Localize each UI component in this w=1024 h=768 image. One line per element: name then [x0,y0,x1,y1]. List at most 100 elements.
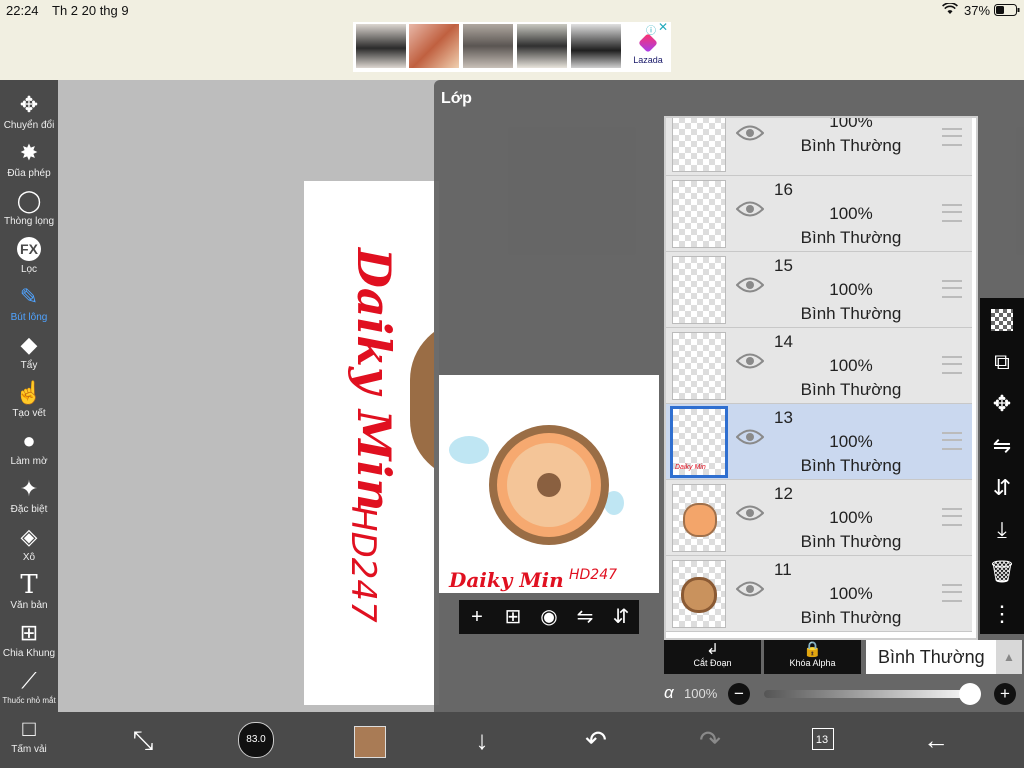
merge-layers-button[interactable]: ⧉ [986,346,1018,378]
undo-button[interactable]: ↶ [576,720,616,760]
add-layer-button[interactable]: + [462,604,492,630]
eye-icon[interactable] [735,580,765,598]
add-folder-button[interactable]: ⊞ [498,604,528,630]
tool-frame-divider[interactable]: ⊞ Chia Khung [0,618,58,666]
tool-special[interactable]: ✦ Đặc biệt [0,474,58,522]
tool-text[interactable]: T Văn bản [0,570,58,618]
drag-handle-icon[interactable] [942,280,962,298]
plus-icon: + [1000,684,1010,703]
blend-mode-select[interactable]: Bình Thường [866,640,996,674]
layer-thumbnail [672,560,726,628]
flip-layer-vertical-button[interactable]: ⇵ [986,472,1018,504]
layer-thumbnail [672,484,726,552]
drag-handle-icon[interactable] [942,584,962,602]
special-icon: ✦ [19,476,39,501]
ad-info-icon[interactable]: ⓘ [646,22,656,37]
move-icon: ✥ [19,92,39,117]
eye-icon[interactable] [735,200,765,218]
tool-canvas[interactable]: □ Tấm vải [0,714,58,762]
tool-blur[interactable]: ● Làm mờ [0,426,58,474]
eye-icon[interactable] [735,124,765,142]
opacity-slider[interactable] [764,683,981,705]
merge-down-icon: ⤓ [997,517,1007,542]
layer-item-selected[interactable]: Daiky Min 13 100% Bình Thường [666,404,972,480]
frame-divider-icon: ⊞ [19,620,39,645]
flip-horizontal-icon: ⇋ [992,433,1012,458]
alpha-lock-button[interactable]: 🔒 Khóa Alpha [764,640,861,674]
delete-layer-button[interactable]: 🗑 [986,556,1018,588]
drag-handle-icon[interactable] [942,204,962,222]
back-button[interactable]: ← [916,720,956,760]
layer-opacity: 100% [829,432,873,451]
trash-icon: 🗑 [988,559,1016,584]
tool-eraser[interactable]: ◆ Tẩy [0,330,58,378]
drag-handle-icon[interactable] [942,356,962,374]
layers-button[interactable]: 13 [803,720,843,760]
flip-horizontal-button[interactable]: ⇋ [570,604,600,630]
tool-filter[interactable]: FX Lọc [0,234,58,282]
camera-icon: ◉ [540,606,558,628]
merge-down-button[interactable]: ⤓ [986,514,1018,546]
brush-size-button[interactable]: 83.0 [236,720,276,760]
tool-brush[interactable]: ✎ Bút lông [0,282,58,330]
flip-layer-horizontal-button[interactable]: ⇋ [986,430,1018,462]
redo-button[interactable]: ↷ [690,720,730,760]
layer-list[interactable]: 100% Bình Thường 16 100% Bình Thường 15 … [664,116,978,640]
layer-tools-strip: ⧉ ✥ ⇋ ⇵ ⤓ 🗑 ⋮ [980,298,1024,634]
battery-icon [994,4,1020,19]
opacity-decrease-button[interactable]: − [728,683,750,705]
minus-icon: − [734,684,744,703]
tool-smudge[interactable]: ☝ Tạo vết [0,378,58,426]
ad-image[interactable] [409,24,459,68]
flip-vertical-button[interactable]: ⇵ [606,604,636,630]
brush-icon: ✎ [19,284,39,309]
drag-handle-icon[interactable] [942,128,962,146]
layer-item[interactable]: 14 100% Bình Thường [666,328,972,404]
layer-opacity: 100% [829,116,873,131]
camera-button[interactable]: ◉ [534,604,564,630]
lazada-logo[interactable]: Lazada ⓘ ✕ [625,20,671,72]
artwork-signature: Daiky Min [347,248,401,512]
color-swatch-button[interactable] [350,720,390,760]
svg-text:HD247: HD247 [569,567,617,583]
eyedropper-icon: ⟋ [21,668,37,693]
tool-bucket[interactable]: ◈ Xô [0,522,58,570]
opacity-increase-button[interactable]: + [994,683,1016,705]
ad-close-icon[interactable]: ✕ [658,20,668,34]
eye-icon[interactable] [735,428,765,446]
more-options-button[interactable]: ⋮ [986,598,1018,630]
drag-handle-icon[interactable] [942,432,962,450]
drag-handle-icon[interactable] [942,508,962,526]
blend-mode-arrow[interactable]: ▲ [996,640,1022,674]
layer-item[interactable]: 15 100% Bình Thường [666,252,972,328]
download-button[interactable]: ↓ [462,720,502,760]
tool-eyedropper[interactable]: ⟋ Thuốc nhỏ mắt [0,666,58,714]
ad-image[interactable] [517,24,567,68]
layer-item[interactable]: 16 100% Bình Thường [666,176,972,252]
layers-panel: Lớp Daiky Min HD247 + ⊞ ◉ ⇋ ⇵ 100% Bình … [434,80,1024,712]
layer-thumbnail: Daiky Min [670,406,728,478]
layer-item[interactable]: 12 100% Bình Thường [666,480,972,556]
slider-knob[interactable] [959,683,981,705]
eye-icon[interactable] [735,504,765,522]
clipping-button[interactable]: ↲ Cắt Đoạn [664,640,761,674]
eye-icon[interactable] [735,352,765,370]
status-time: 22:24 [6,3,39,18]
tool-transform[interactable]: ✥ Chuyển đổi [0,90,58,138]
ad-image[interactable] [463,24,513,68]
tool-magic-wand[interactable]: ✸ Đũa phép [0,138,58,186]
layer-blend-mode: Bình Thường [800,304,902,323]
layer-thumbnail [672,256,726,324]
transform-swap-button[interactable]: ⤡ [123,720,163,760]
layer-item[interactable]: 100% Bình Thường [666,116,972,176]
eye-icon[interactable] [735,276,765,294]
ad-image[interactable] [571,24,621,68]
checkerboard-button[interactable] [986,304,1018,336]
layer-item[interactable]: 11 100% Bình Thường [666,556,972,632]
ad-banner[interactable]: Lazada ⓘ ✕ [353,20,671,72]
ad-image[interactable] [356,24,406,68]
ad-bar: Lazada ⓘ ✕ [0,20,1024,81]
layer-opacity: 100% [829,280,873,299]
move-layer-button[interactable]: ✥ [986,388,1018,420]
tool-lasso[interactable]: ◯ Thòng lọng [0,186,58,234]
